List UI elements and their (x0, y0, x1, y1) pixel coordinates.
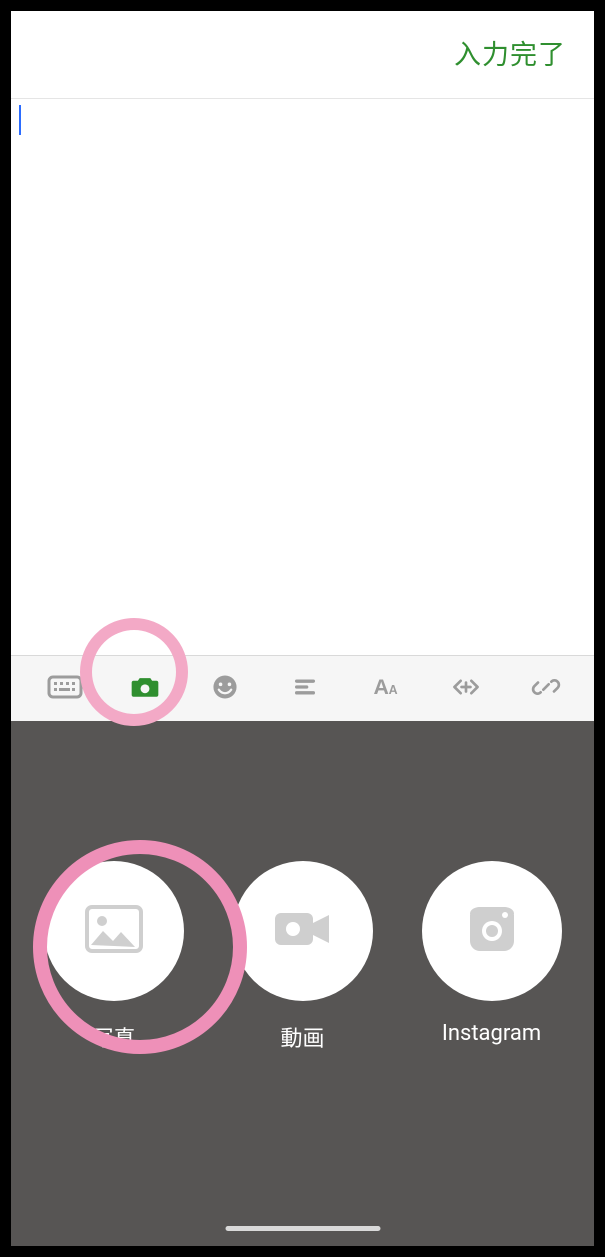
done-button[interactable]: 入力完了 (454, 33, 566, 72)
instagram-option[interactable]: Instagram (407, 861, 577, 1046)
photo-option[interactable]: 写真 (29, 861, 199, 1053)
keyboard-toolbar-button[interactable] (25, 656, 105, 722)
photo-option-label: 写真 (91, 1021, 135, 1053)
text-cursor (19, 105, 21, 135)
attachment-panel: 写真 動画 Instagram (11, 721, 594, 1246)
image-icon (85, 905, 143, 957)
embed-toolbar-button[interactable] (426, 656, 506, 722)
editor-toolbar: AA (11, 655, 594, 721)
emoji-toolbar-button[interactable] (185, 656, 265, 722)
top-bar: 入力完了 (11, 11, 594, 99)
video-option-circle (233, 861, 373, 1001)
instagram-icon (467, 904, 517, 958)
svg-text:A: A (373, 675, 388, 699)
home-indicator[interactable] (225, 1226, 380, 1231)
link-toolbar-button[interactable] (506, 656, 586, 722)
camera-toolbar-button[interactable] (105, 656, 185, 722)
font-toolbar-button[interactable]: AA (346, 656, 426, 722)
align-toolbar-button[interactable] (265, 656, 345, 722)
photo-option-circle (44, 861, 184, 1001)
text-editor[interactable] (11, 99, 594, 655)
video-option[interactable]: 動画 (218, 861, 388, 1053)
instagram-option-circle (422, 861, 562, 1001)
app-screen: 入力完了 AA (11, 11, 594, 1246)
link-icon (530, 671, 562, 707)
instagram-option-label: Instagram (442, 1021, 541, 1046)
video-option-label: 動画 (280, 1021, 324, 1053)
code-embed-icon (450, 671, 482, 707)
align-left-icon (290, 672, 320, 706)
video-camera-icon (273, 907, 333, 955)
keyboard-icon (47, 669, 83, 709)
emoji-icon (209, 671, 241, 707)
svg-text:A: A (388, 683, 397, 697)
font-size-icon: AA (370, 671, 402, 707)
camera-icon (129, 671, 161, 707)
